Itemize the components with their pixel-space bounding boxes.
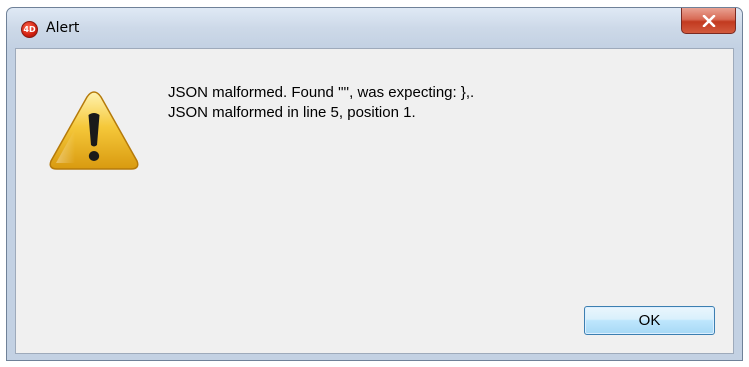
- close-icon: [702, 14, 715, 27]
- ok-button[interactable]: OK: [584, 306, 715, 335]
- alert-window: 4D Alert JSON malformed. Found '"', was …: [6, 7, 743, 361]
- warning-icon: [48, 89, 140, 175]
- message-line-2: JSON malformed in line 5, position 1.: [168, 104, 416, 121]
- window-title: Alert: [46, 20, 80, 36]
- dialog-body: JSON malformed. Found '"', was expecting…: [15, 48, 734, 354]
- title-bar[interactable]: 4D Alert: [7, 8, 742, 46]
- close-button[interactable]: [681, 8, 736, 34]
- alert-message: JSON malformed. Found '"', was expecting…: [168, 83, 474, 123]
- app-icon-text: 4D: [23, 24, 36, 34]
- 4d-app-icon: 4D: [21, 21, 38, 38]
- message-line-1: JSON malformed. Found '"', was expecting…: [168, 84, 475, 101]
